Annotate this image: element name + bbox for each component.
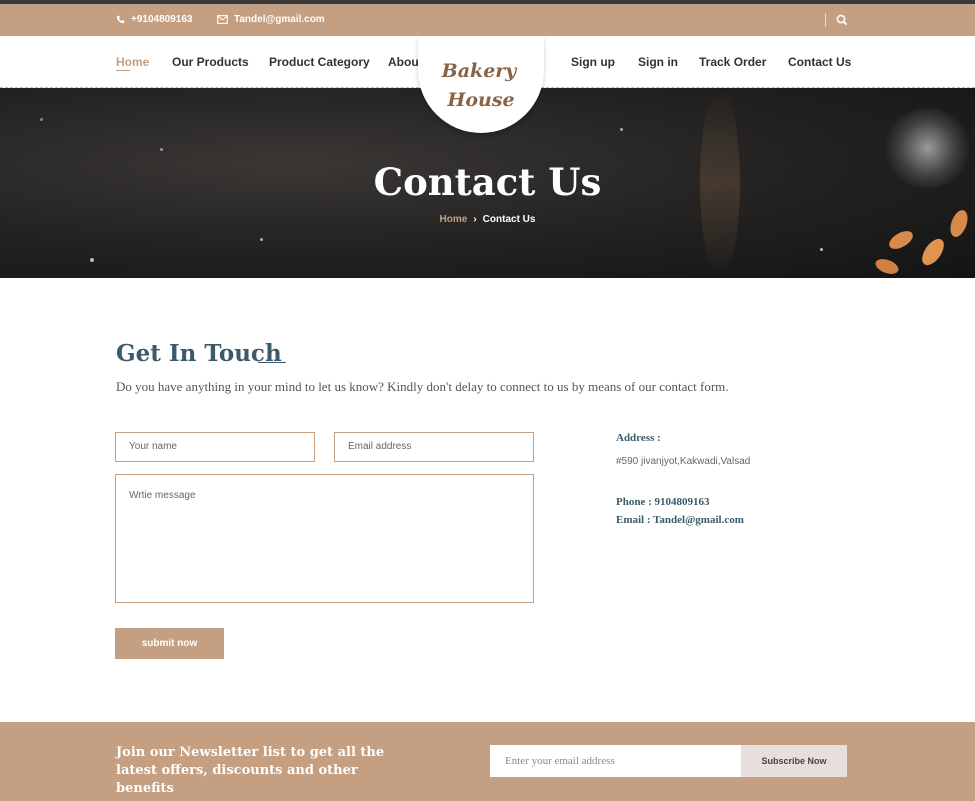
breadcrumb-current: Contact Us: [482, 214, 536, 225]
email-input[interactable]: Email address: [334, 432, 534, 462]
nav-track-order[interactable]: Track Order: [699, 55, 766, 69]
contact-email: Email : Tandel@gmail.com: [616, 514, 744, 526]
logo-line-2: House: [447, 89, 515, 111]
intro-text: Do you have anything in your mind to let…: [116, 379, 729, 394]
newsletter-email-input[interactable]: Enter your email address: [490, 745, 741, 777]
page-title: Contact Us: [373, 160, 602, 204]
hero-decoration: [886, 227, 916, 253]
nav-active-underline: [116, 70, 130, 71]
nav-product-category[interactable]: Product Category: [269, 55, 370, 69]
topbar-phone[interactable]: +9104809163: [116, 14, 192, 25]
heading-underline: [258, 362, 286, 363]
hero-decoration: [620, 128, 623, 131]
hero-decoration: [260, 238, 263, 241]
top-info-bar: +9104809163 Tandel@gmail.com: [0, 4, 975, 36]
contact-phone: Phone : 9104809163: [616, 496, 710, 508]
hero-decoration: [873, 256, 901, 277]
newsletter-bar: Join our Newsletter list to get all the …: [0, 722, 975, 801]
topbar-divider: [825, 13, 826, 27]
topbar-phone-text: +9104809163: [131, 14, 193, 25]
logo-line-1: Bakery: [441, 60, 517, 82]
section-heading: Get In Touch: [116, 340, 282, 367]
nav-sign-up[interactable]: Sign up: [571, 55, 615, 69]
subscribe-button[interactable]: Subscribe Now: [741, 745, 847, 777]
address-value: #590 jivanjyot,Kakwadi,Valsad: [616, 456, 751, 467]
envelope-icon: [217, 15, 228, 24]
submit-button[interactable]: submit now: [115, 628, 224, 659]
hero-decoration: [820, 248, 823, 251]
hero-decoration: [160, 148, 163, 151]
hero-decoration: [40, 118, 43, 121]
phone-icon: [116, 15, 125, 24]
newsletter-text: Join our Newsletter list to get all the …: [116, 745, 385, 796]
topbar-email-text: Tandel@gmail.com: [234, 14, 325, 25]
breadcrumb-separator: ›: [473, 214, 477, 225]
hero-decoration: [917, 235, 949, 269]
address-label: Address :: [616, 432, 661, 444]
nav-our-products[interactable]: Our Products: [172, 55, 249, 69]
breadcrumb-home[interactable]: Home: [440, 214, 468, 225]
breadcrumb: Home › Contact Us: [0, 214, 975, 225]
search-icon[interactable]: [836, 13, 848, 27]
topbar-email[interactable]: Tandel@gmail.com: [217, 14, 325, 25]
hero-decoration: [90, 258, 94, 262]
message-textarea[interactable]: Wrtie message: [115, 474, 534, 603]
nav-sign-in[interactable]: Sign in: [638, 55, 678, 69]
name-input[interactable]: Your name: [115, 432, 315, 462]
nav-contact-us[interactable]: Contact Us: [788, 55, 851, 69]
nav-home[interactable]: Home: [116, 55, 149, 69]
